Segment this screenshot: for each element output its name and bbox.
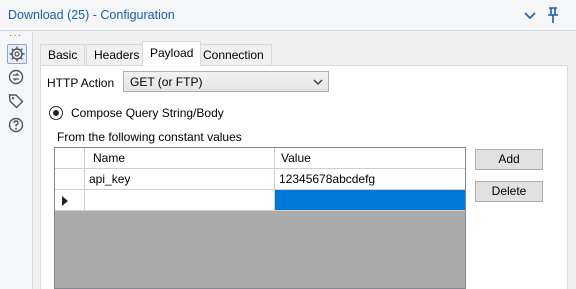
delete-button[interactable]: Delete [475,181,543,202]
tab-connection[interactable]: Connection [195,44,272,65]
chevron-down-icon[interactable] [522,7,538,23]
compose-query-radio[interactable] [49,106,63,120]
column-header-name[interactable]: Name [85,148,275,169]
help-icon[interactable] [7,116,27,136]
row-header-cell[interactable] [55,190,85,211]
tab-payload[interactable]: Payload [142,41,202,66]
connection-icon[interactable] [7,68,27,88]
add-button[interactable]: Add [475,149,543,170]
row-pointer-icon [62,196,68,206]
http-action-dropdown[interactable]: GET (or FTP) [123,71,329,92]
value-cell[interactable]: 12345678abcdefg [275,169,465,190]
http-action-label: HTTP Action [47,76,115,90]
title-bar: Download (25) - Configuration [0,0,576,31]
tag-icon[interactable] [7,92,27,112]
more-dots-icon[interactable]: ··· [9,31,22,41]
name-cell-new[interactable] [85,190,275,211]
pin-icon[interactable] [545,6,561,24]
chevron-down-icon [313,79,323,85]
gear-icon[interactable] [7,44,27,64]
window-title: Download (25) - Configuration [8,8,175,22]
tab-headers[interactable]: Headers [86,44,148,65]
row-header-cell[interactable] [55,169,85,190]
column-header-value[interactable]: Value [275,148,465,169]
grid-corner-cell [55,148,85,169]
compose-query-label: Compose Query String/Body [71,106,224,120]
name-cell[interactable]: api_key [85,169,275,190]
constant-values-label: From the following constant values [57,130,242,144]
value-cell-new[interactable] [275,190,465,211]
constant-values-grid[interactable]: Name Value api_key 12345678abcdefg [54,147,466,289]
tab-basic[interactable]: Basic [40,44,86,65]
main-panel: Basic Headers Payload Connection HTTP Ac… [34,32,576,289]
left-toolbar: ··· [0,31,33,289]
http-action-value: GET (or FTP) [130,75,203,89]
